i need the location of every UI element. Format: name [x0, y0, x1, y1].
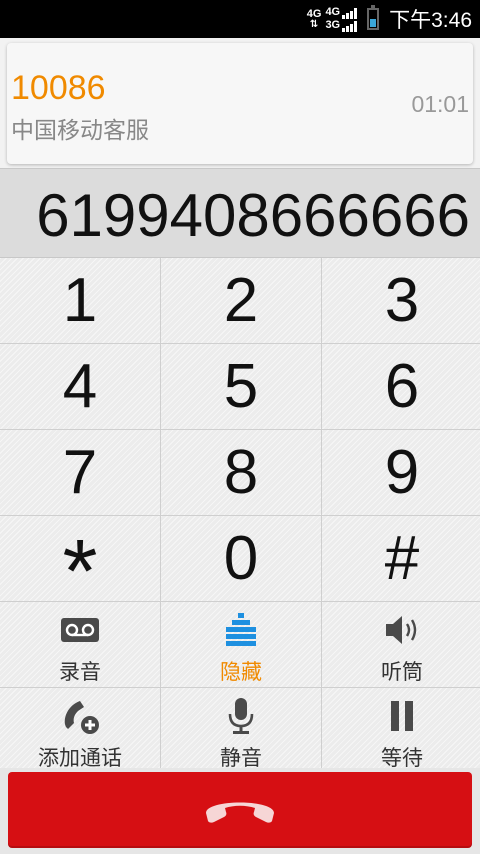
sim2-signal-icon: [342, 21, 358, 32]
key-label: 9: [384, 438, 420, 507]
speaker-icon: [384, 610, 420, 650]
status-clock: 下午3:46: [389, 9, 472, 32]
sim2-network-label: 3G: [325, 19, 341, 31]
hide-keypad-button[interactable]: 隐藏: [161, 602, 321, 687]
add-call-button[interactable]: 添加通话: [0, 688, 160, 773]
mute-button[interactable]: 静音: [161, 688, 321, 773]
key-7[interactable]: 7: [0, 430, 160, 515]
key-label: 8: [223, 438, 259, 507]
dialpad: 1 2 3 4 5 6 7 8 9 * 0 # 录音 隐藏 听筒 添加通话 静音…: [0, 258, 480, 773]
key-label: *: [62, 521, 98, 622]
key-label: 1: [62, 266, 98, 335]
key-1[interactable]: 1: [0, 258, 160, 343]
end-call-button[interactable]: [8, 772, 472, 848]
caller-number: 10086: [11, 69, 106, 107]
key-8[interactable]: 8: [161, 430, 321, 515]
call-duration: 01:01: [411, 91, 469, 117]
data-arrows-icon: ⇅: [309, 19, 319, 30]
phone-hangup-icon: [202, 791, 278, 830]
key-label: #: [384, 524, 420, 593]
dialed-digits: 6199408666666: [36, 182, 470, 249]
caller-info-card: 10086 中国移动客服 01:01: [7, 43, 473, 164]
voicemail-tape-icon: [60, 610, 100, 650]
hold-button[interactable]: 等待: [322, 688, 480, 773]
dual-sim-signal: 4G 3G: [325, 6, 358, 32]
signal-4g-indicator: 4G ⇅: [307, 8, 322, 30]
end-call-bar: [0, 768, 480, 854]
dtmf-display: 6199408666666: [0, 168, 480, 258]
record-label: 录音: [59, 661, 101, 684]
record-button[interactable]: 录音: [0, 602, 160, 687]
sim1-signal-icon: [342, 8, 358, 19]
speaker-button[interactable]: 听筒: [322, 602, 480, 687]
key-label: 2: [223, 266, 259, 335]
key-label: 6: [384, 352, 420, 421]
hide-keypad-label: 隐藏: [220, 661, 262, 684]
sim1-network-label: 4G: [325, 6, 341, 18]
key-3[interactable]: 3: [322, 258, 480, 343]
key-6[interactable]: 6: [322, 344, 480, 429]
key-label: 7: [62, 438, 98, 507]
key-0[interactable]: 0: [161, 516, 321, 601]
key-2[interactable]: 2: [161, 258, 321, 343]
speaker-label: 听筒: [381, 661, 423, 684]
key-star[interactable]: *: [0, 516, 160, 622]
key-label: 5: [223, 352, 259, 421]
battery-icon: [367, 5, 380, 30]
dialpad-grid-icon: [226, 610, 256, 650]
key-label: 0: [223, 524, 259, 593]
key-hash[interactable]: #: [322, 516, 480, 601]
status-bar: 4G ⇅ 4G 3G 下午3:46: [0, 0, 480, 38]
key-4[interactable]: 4: [0, 344, 160, 429]
caller-name: 中国移动客服: [11, 117, 149, 143]
microphone-icon: [226, 696, 256, 736]
key-label: 4: [62, 352, 98, 421]
phone-add-icon: [60, 696, 100, 736]
pause-icon: [388, 696, 416, 736]
key-label: 3: [384, 266, 420, 335]
key-9[interactable]: 9: [322, 430, 480, 515]
key-5[interactable]: 5: [161, 344, 321, 429]
